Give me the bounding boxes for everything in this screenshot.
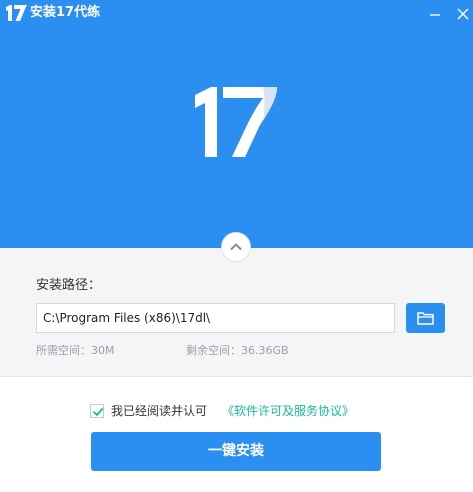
install-path-label: 安装路径： <box>36 278 102 293</box>
window-title: 安装17代练 <box>30 5 101 20</box>
install-path-input[interactable] <box>36 303 395 333</box>
install-path-panel: 安装路径： 所需空间：30M 剩余空间：36.36GB <box>0 248 473 377</box>
logo-17-icon <box>195 87 277 157</box>
collapse-button[interactable] <box>221 232 251 262</box>
close-button[interactable] <box>452 4 473 24</box>
space-required-text: 所需空间：30M <box>36 344 115 357</box>
install-button[interactable]: 一键安装 <box>91 432 381 471</box>
hero-banner: 安装17代练 <box>0 0 473 248</box>
license-agreement-link[interactable]: 《软件许可及服务协议》 <box>222 403 354 420</box>
minimize-icon <box>430 14 440 16</box>
app-logo-icon <box>6 5 27 21</box>
check-icon <box>93 408 104 416</box>
chevron-up-icon <box>230 243 242 250</box>
browse-folder-button[interactable] <box>406 303 445 333</box>
title-bar[interactable]: 安装17代练 <box>0 0 473 32</box>
installer-window: 安装17代练 安装路径： C:\Program Files (x86)\17dl… <box>0 0 473 492</box>
folder-icon <box>417 312 434 325</box>
minimize-button[interactable] <box>424 4 446 24</box>
agreement-text: 我已经阅读并认可 <box>111 404 208 418</box>
close-icon <box>457 8 469 20</box>
agreement-checkbox[interactable] <box>90 404 104 418</box>
space-free-text: 剩余空间：36.36GB <box>186 344 289 357</box>
